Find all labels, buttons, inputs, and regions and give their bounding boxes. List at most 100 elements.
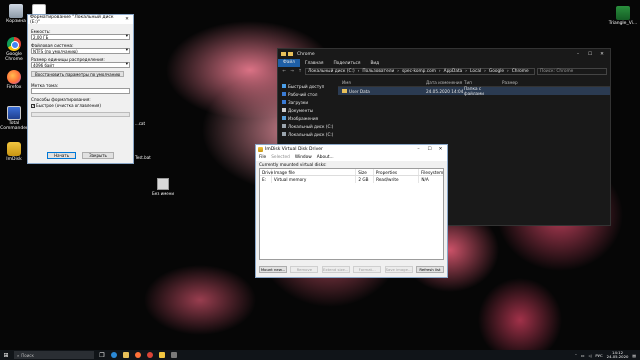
maximize-icon[interactable]: ☐ — [585, 52, 595, 57]
chevron-up-icon[interactable]: ˄ — [575, 353, 577, 358]
up-arrow-icon[interactable]: ↑ — [297, 69, 303, 74]
firefox-icon — [135, 352, 141, 358]
extend-size-button[interactable]: Extend size... — [321, 266, 350, 273]
breadcrumb-item[interactable]: Google — [489, 69, 504, 74]
desktop-icon-total-commander[interactable]: Total Commander — [0, 106, 29, 132]
breadcrumb[interactable]: Локальный диск (C:) › Пользователи › spec-… — [305, 68, 535, 75]
taskbar-search[interactable]: ⌕ Поиск — [14, 351, 94, 359]
tab-home[interactable]: Главная — [300, 61, 329, 66]
desktop-selected-item[interactable]: Без имени — [150, 178, 176, 196]
nav-item-quick-access[interactable]: Быстрый доступ — [278, 82, 336, 90]
nav-item-desktop[interactable]: Рабочий стол — [278, 90, 336, 98]
file-row[interactable]: User Data 24.05.2020 14:04 Папка с файла… — [338, 86, 610, 96]
taskbar-explorer[interactable] — [120, 350, 132, 360]
restore-defaults-button[interactable]: Восстановить параметры по умолчанию — [31, 71, 125, 77]
ribbon-tabs: Файл Главная Поделиться Вид — [278, 59, 610, 67]
capacity-select[interactable]: 2,00 ГБ — [31, 34, 130, 40]
breadcrumb-item[interactable]: Chrome — [512, 69, 529, 74]
column-size[interactable]: Size — [356, 169, 374, 175]
explorer-title: Chrome — [297, 51, 315, 57]
folder-icon — [123, 352, 129, 358]
column-type[interactable]: Тип — [464, 80, 502, 85]
taskbar-edge[interactable] — [108, 350, 120, 360]
desktop-icon-triangle[interactable]: Triangle_Vi... — [608, 6, 638, 27]
start-button[interactable]: ⊞ — [0, 350, 12, 360]
drive-icon — [282, 132, 286, 136]
close-button[interactable]: Закрыть — [82, 152, 114, 159]
close-icon[interactable]: ✕ — [123, 17, 131, 22]
chrome-icon — [7, 37, 21, 51]
format-options-label: Способы форматирования: — [31, 97, 91, 102]
maximize-icon[interactable]: ☐ — [425, 147, 434, 152]
refresh-list-button[interactable]: Refresh list — [415, 266, 444, 273]
start-button[interactable]: Начать — [47, 152, 77, 159]
close-icon[interactable]: ✕ — [597, 52, 607, 57]
clock[interactable]: 14:12 24.05.2020 — [607, 351, 629, 359]
save-image-button[interactable]: Save image... — [384, 266, 413, 273]
allocation-select[interactable]: 4096 байт — [31, 62, 130, 68]
taskbar-chrome[interactable] — [144, 350, 156, 360]
desktop-icon-chrome[interactable]: Google Chrome — [0, 37, 29, 63]
breadcrumb-item[interactable]: AppData — [444, 69, 463, 74]
volume-icon[interactable]: ◁ — [588, 353, 591, 358]
column-name[interactable]: Имя — [338, 80, 426, 85]
minimize-icon[interactable]: – — [573, 52, 583, 57]
tab-view[interactable]: Вид — [365, 61, 384, 66]
menu-about[interactable]: About... — [317, 155, 334, 160]
drive-icon — [282, 124, 286, 128]
search-input[interactable]: Поиск: Chrome — [537, 68, 607, 75]
desktop-icon-imdisk[interactable]: ImDisk — [0, 142, 29, 163]
menu-selected[interactable]: Selected — [271, 155, 290, 160]
menu-file[interactable]: File — [259, 155, 266, 160]
imdisk-titlebar[interactable]: ImDisk Virtual Disk Driver – ☐ ✕ — [256, 145, 447, 154]
forward-arrow-icon[interactable]: → — [289, 69, 295, 74]
breadcrumb-item[interactable]: Пользователи — [362, 69, 394, 74]
column-size[interactable]: Размер — [502, 80, 540, 85]
column-image-file[interactable]: Image file — [272, 169, 357, 175]
desktop-stray-label: ...cat — [135, 121, 146, 126]
disk-image: Virtual memory — [272, 176, 357, 183]
list-item[interactable]: E: Virtual memory 2 GB Read/write N/A — [260, 176, 443, 183]
menu-window[interactable]: Window — [295, 155, 312, 160]
format-progress-bar — [31, 112, 130, 117]
desktop-icon-label: ImDisk — [6, 157, 22, 162]
mount-new-button[interactable]: Mount new... — [259, 266, 287, 273]
column-drive[interactable]: Drive — [260, 169, 273, 175]
app-icon — [171, 352, 177, 358]
volume-label-input[interactable] — [31, 88, 130, 94]
minimize-icon[interactable]: – — [414, 147, 423, 152]
filesystem-select[interactable]: NTFS (по умолчанию) — [31, 48, 130, 54]
nav-item-drive-c[interactable]: Локальный диск (C:) — [278, 122, 336, 130]
star-icon — [282, 84, 286, 88]
taskbar-imdisk[interactable] — [156, 350, 168, 360]
close-icon[interactable]: ✕ — [436, 147, 445, 152]
tab-file[interactable]: Файл — [278, 59, 300, 67]
quick-format-checkbox[interactable]: ✓ Быстрое (очистка оглавления) — [31, 103, 130, 108]
taskbar-app[interactable] — [168, 350, 180, 360]
nav-item-downloads[interactable]: Загрузки — [278, 98, 336, 106]
desktop-icon-firefox[interactable]: Firefox — [0, 70, 29, 91]
breadcrumb-item[interactable]: Local — [470, 69, 481, 74]
task-view-button[interactable]: ❐ — [96, 350, 108, 360]
format-button[interactable]: Format... — [353, 266, 382, 273]
taskbar-firefox[interactable] — [132, 350, 144, 360]
notifications-icon[interactable]: ▤ — [632, 353, 636, 358]
back-arrow-icon[interactable]: ← — [281, 69, 287, 74]
edge-icon — [111, 352, 117, 358]
format-dialog-titlebar[interactable]: Форматирование "Локальный диск (E:)" ✕ — [28, 15, 133, 25]
nav-item-drive-c-2[interactable]: Локальный диск (C:) — [278, 130, 336, 138]
explorer-titlebar[interactable]: Chrome – ☐ ✕ — [278, 49, 610, 59]
remove-button[interactable]: Remove — [290, 266, 319, 273]
column-properties[interactable]: Properties — [374, 169, 419, 175]
language-indicator[interactable]: РУС — [595, 353, 602, 358]
column-filesystem[interactable]: Filesystem — [419, 169, 443, 175]
nav-item-label: Загрузки — [288, 99, 309, 105]
network-icon[interactable]: ▭ — [581, 353, 585, 358]
breadcrumb-item[interactable]: Локальный диск (C:) — [308, 69, 355, 74]
tab-share[interactable]: Поделиться — [328, 61, 365, 66]
column-date[interactable]: Дата изменения — [426, 80, 464, 85]
nav-item-pictures[interactable]: Изображения — [278, 114, 336, 122]
nav-item-label: Изображения — [288, 115, 319, 121]
nav-item-documents[interactable]: Документы — [278, 106, 336, 114]
breadcrumb-item[interactable]: spec-komp.com — [402, 69, 436, 74]
